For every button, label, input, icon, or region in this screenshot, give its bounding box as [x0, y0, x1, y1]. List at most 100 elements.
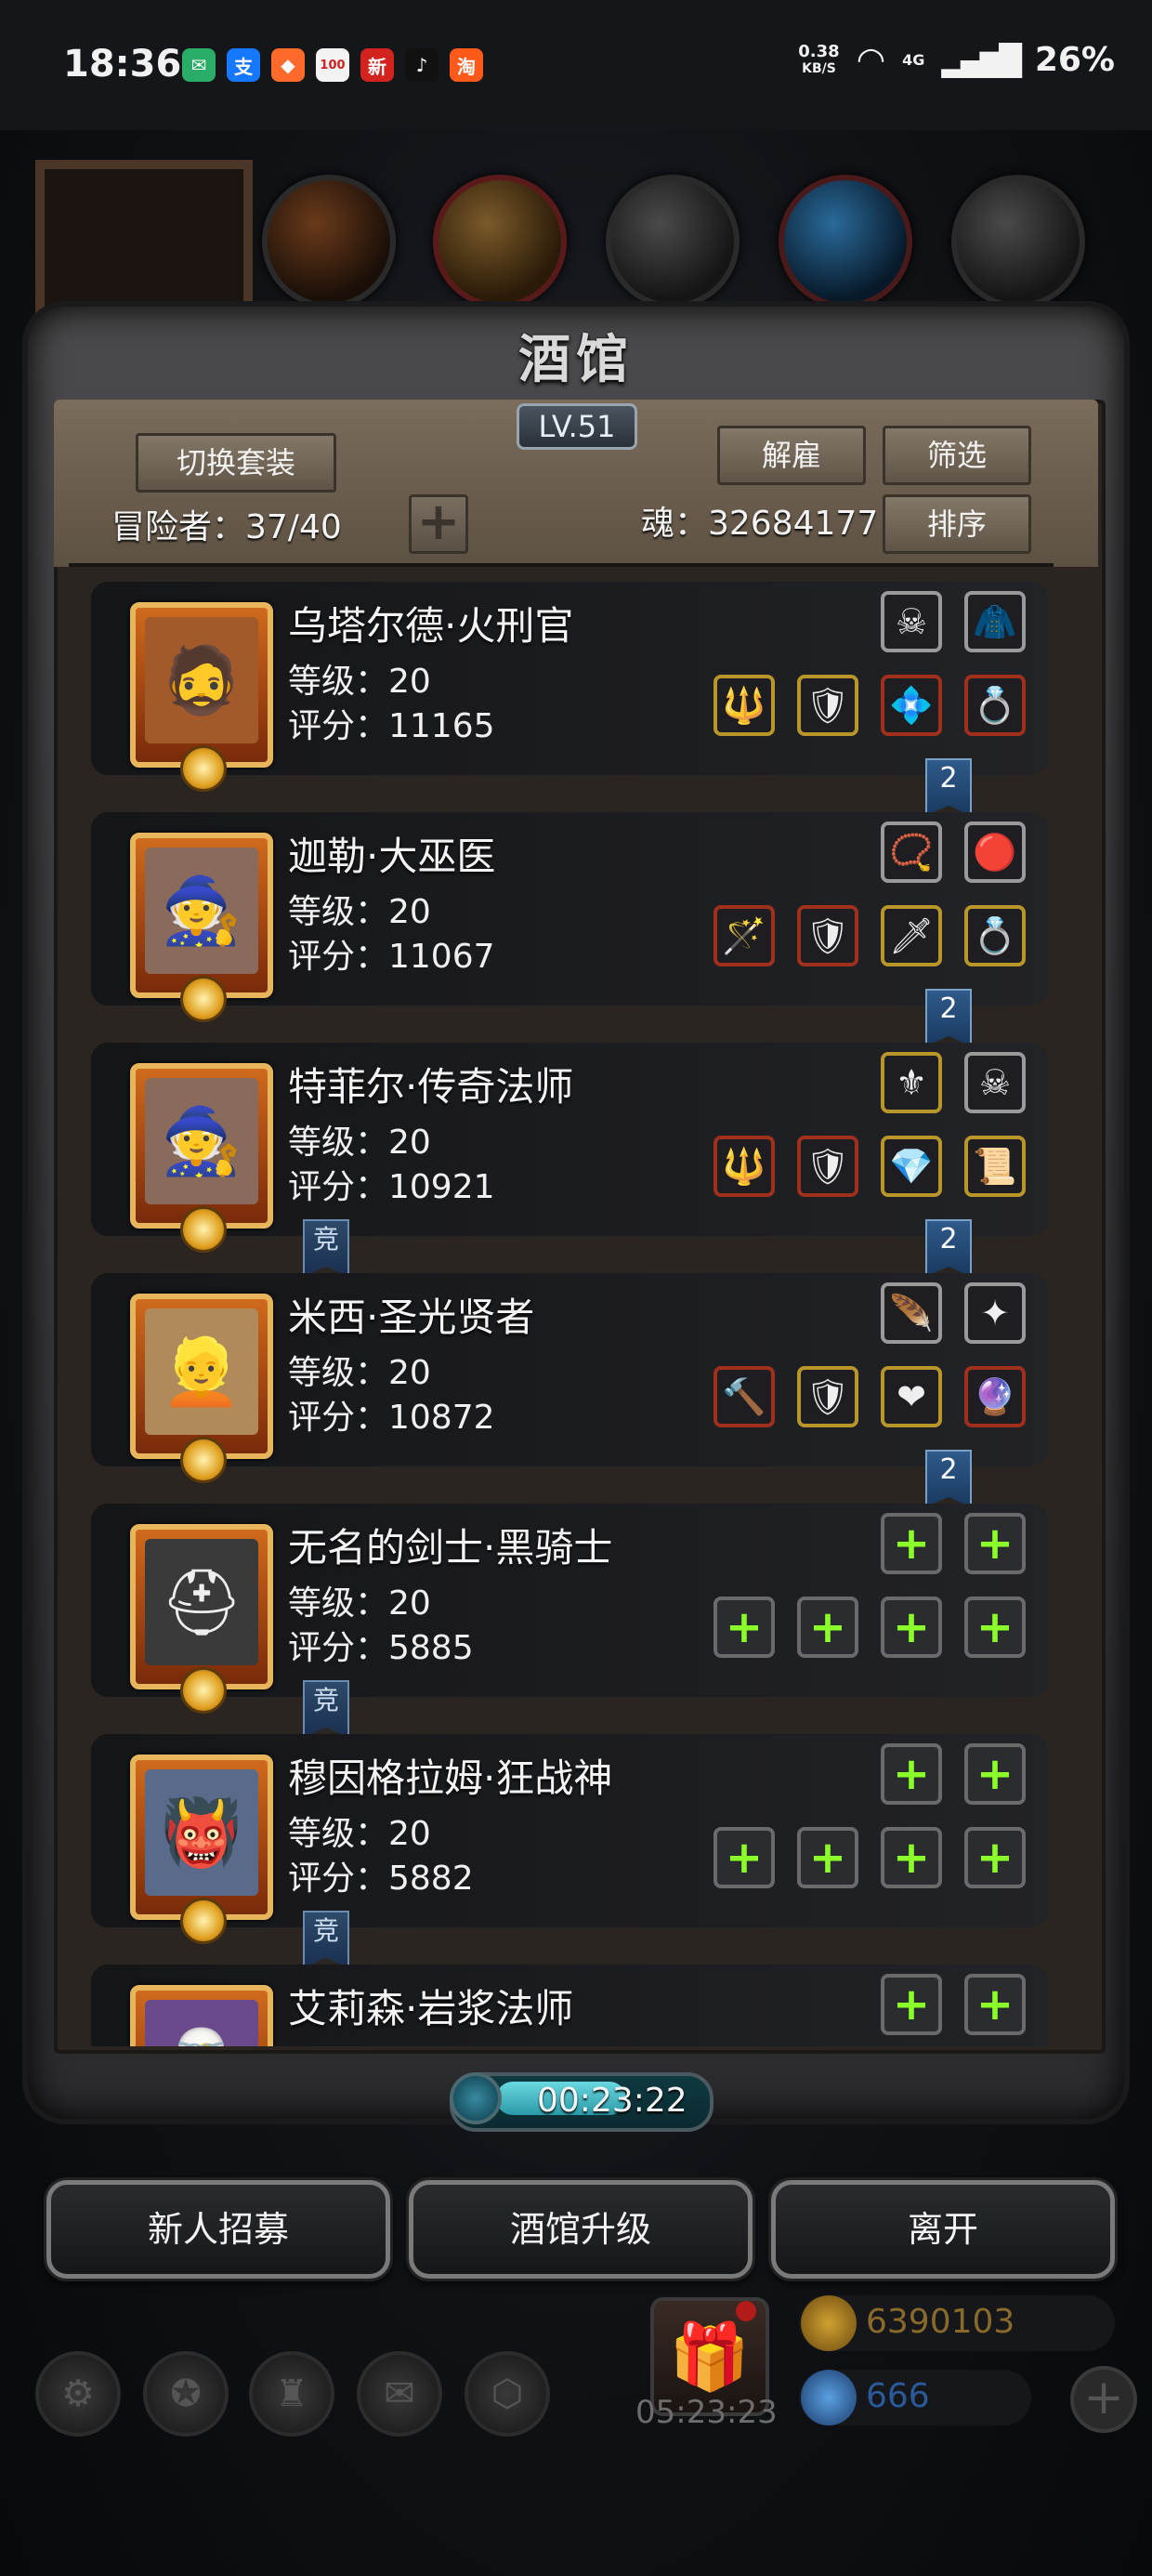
- armor-icon[interactable]: 🛡: [797, 905, 858, 966]
- add-slot-icon[interactable]: +: [964, 1827, 1026, 1888]
- gold-amount: 6390103: [866, 2303, 1015, 2341]
- wand-icon[interactable]: 🪄: [713, 905, 775, 966]
- hammer-icon[interactable]: 🔨: [713, 1366, 775, 1427]
- add-currency-button[interactable]: +: [1070, 2366, 1137, 2433]
- dismiss-button[interactable]: 解雇: [717, 426, 866, 485]
- wood-orb-icon[interactable]: [262, 175, 396, 309]
- hero-avatar[interactable]: 🧔: [130, 602, 273, 792]
- hero-score: 评分：11067: [288, 938, 495, 976]
- hero-avatar[interactable]: 👹: [130, 1755, 273, 1944]
- sword-icon[interactable]: 🗡: [881, 905, 942, 966]
- armor-icon[interactable]: 🛡: [797, 1136, 858, 1197]
- divider: [69, 563, 1054, 567]
- hero-avatar[interactable]: 🧙: [130, 833, 273, 1022]
- feather-icon[interactable]: 🪶: [881, 1282, 942, 1344]
- wifi-icon: ◠: [856, 41, 886, 79]
- add-slot-icon[interactable]: +: [881, 1513, 942, 1574]
- set-count-badge: 2: [925, 758, 972, 816]
- add-slot-icon[interactable]: +: [713, 1597, 775, 1658]
- add-slot-icon[interactable]: +: [964, 1974, 1026, 2035]
- add-slot-icon[interactable]: +: [964, 1743, 1026, 1805]
- timer-text: 00:23:22: [537, 2082, 687, 2120]
- hero-card[interactable]: 🧔 乌塔尔德·火刑官 等级：20 评分：11165 ☠ 🧥 🔱 🛡 💠 💍 2: [91, 582, 1048, 816]
- gem-currency: 666: [799, 2370, 1031, 2425]
- rank-emblem-icon: [180, 745, 227, 792]
- sort-button[interactable]: 排序: [883, 494, 1031, 554]
- armor-icon[interactable]: 🛡: [797, 675, 858, 736]
- add-slot-icon[interactable]: +: [797, 1827, 858, 1888]
- mask-icon[interactable]: ☠: [964, 1052, 1026, 1113]
- achievement-icon[interactable]: ✪: [143, 2351, 229, 2437]
- hero-card[interactable]: 👹 穆因格拉姆·狂战神 等级：20 评分：5882 + + + + + + 竞: [91, 1734, 1048, 1968]
- staff-icon[interactable]: 🔱: [713, 1136, 775, 1197]
- orb-icon[interactable]: 🔮: [964, 1366, 1026, 1427]
- hero-card[interactable]: 🧙 特菲尔·传奇法师 等级：20 评分：10921 ⚜ ☠ 🔱 🛡 💎 📜 2 竞: [91, 1043, 1048, 1277]
- hero-avatar[interactable]: ⛑: [130, 1524, 273, 1714]
- crest-icon[interactable]: ⚜: [881, 1052, 942, 1113]
- upgrade-tavern-button[interactable]: 酒馆升级: [409, 2180, 753, 2279]
- lumber-orb-icon[interactable]: [433, 175, 567, 309]
- hero-portrait-icon: ⛑: [145, 1539, 258, 1665]
- refresh-timer: 00:23:22: [450, 2072, 713, 2132]
- crest-icon[interactable]: ✦: [964, 1282, 1026, 1344]
- add-slot-icon[interactable]: +: [964, 1597, 1026, 1658]
- staff-icon[interactable]: 🔱: [713, 675, 775, 736]
- settings-icon[interactable]: ⚙: [35, 2351, 121, 2437]
- hero-avatar[interactable]: 👱: [130, 1294, 273, 1483]
- hero-score: 评分：5882: [288, 1860, 474, 1898]
- hero-card[interactable]: 🧝 艾莉森·岩浆法师 + +: [91, 1965, 1048, 2046]
- heart-amulet-icon[interactable]: ❤: [881, 1366, 942, 1427]
- leave-button[interactable]: 离开: [771, 2180, 1115, 2279]
- tavern-level-badge: LV.51: [517, 403, 637, 450]
- necklace-icon[interactable]: 📿: [881, 821, 942, 883]
- ring-icon[interactable]: 💍: [964, 905, 1026, 966]
- battery-level: 26%: [1034, 41, 1115, 79]
- hero-card[interactable]: 👱 米西·圣光贤者 等级：20 评分：10872 🪶 ✦ 🔨 🛡 ❤ 🔮 2: [91, 1273, 1048, 1507]
- crystal-orb-icon[interactable]: [779, 175, 912, 309]
- gem-amount: 666: [866, 2377, 930, 2415]
- tiktok-icon: ♪: [405, 48, 439, 82]
- add-slot-icon[interactable]: +: [964, 1513, 1026, 1574]
- switch-outfit-button[interactable]: 切换套装: [136, 433, 336, 493]
- hero-card[interactable]: 🧙 迦勒·大巫医 等级：20 评分：11067 📿 🔴 🪄 🛡 🗡 💍 2: [91, 812, 1048, 1046]
- armor-icon[interactable]: 🛡: [797, 1366, 858, 1427]
- gem-icon: [801, 2370, 857, 2425]
- mail-icon[interactable]: ✉: [357, 2351, 442, 2437]
- mask-icon[interactable]: ☠: [881, 591, 942, 652]
- amulet-icon[interactable]: 💠: [881, 675, 942, 736]
- add-slot-icon[interactable]: +: [881, 1827, 942, 1888]
- add-slot-icon[interactable]: +: [881, 1597, 942, 1658]
- scroll-icon[interactable]: 📜: [964, 1136, 1026, 1197]
- add-slot-button[interactable]: +: [409, 494, 468, 554]
- filter-button[interactable]: 筛选: [883, 426, 1031, 485]
- cloak-icon[interactable]: 🧥: [964, 591, 1026, 652]
- hero-portrait-icon: 🧙: [145, 848, 258, 974]
- hero-avatar[interactable]: 🧝: [130, 1985, 273, 2046]
- hero-name: 无名的剑士·黑骑士: [288, 1525, 613, 1571]
- add-slot-icon[interactable]: +: [797, 1597, 858, 1658]
- add-slot-icon[interactable]: +: [881, 1974, 942, 2035]
- gem-icon[interactable]: 🔴: [964, 821, 1026, 883]
- hero-level: 等级：20: [288, 1124, 431, 1162]
- stone-orb-icon[interactable]: [951, 175, 1085, 309]
- emerald-icon[interactable]: 💎: [881, 1136, 942, 1197]
- hero-level: 等级：20: [288, 1815, 431, 1853]
- news-icon: 新: [360, 48, 394, 82]
- hero-level: 等级：20: [288, 893, 431, 931]
- ring-icon[interactable]: 💍: [964, 675, 1026, 736]
- status-right: 0.38 KB/S ◠ 4G ▂▄▆█ 26%: [798, 41, 1115, 79]
- hero-avatar[interactable]: 🧙: [130, 1063, 273, 1253]
- add-slot-icon[interactable]: +: [713, 1827, 775, 1888]
- add-slot-icon[interactable]: +: [881, 1743, 942, 1805]
- set-count-badge: 2: [925, 1450, 972, 1507]
- recruit-button[interactable]: 新人招募: [46, 2180, 390, 2279]
- iron-orb-icon[interactable]: [606, 175, 740, 309]
- hero-score: 评分：11165: [288, 707, 495, 745]
- cube-icon[interactable]: ⬡: [465, 2351, 550, 2437]
- tower-icon[interactable]: ♜: [249, 2351, 334, 2437]
- hero-portrait-icon: 🧝: [145, 2000, 258, 2046]
- hero-card[interactable]: ⛑ 无名的剑士·黑骑士 等级：20 评分：5885 + + + + + + 竞: [91, 1504, 1048, 1738]
- arena-badge: 竞: [303, 1911, 349, 1968]
- gold-currency: 6390103: [799, 2295, 1115, 2351]
- hero-list[interactable]: 🧔 乌塔尔德·火刑官 等级：20 评分：11165 ☠ 🧥 🔱 🛡 💠 💍 2 🧙 迦勒·大巫医 等级：2…: [91, 582, 1057, 2046]
